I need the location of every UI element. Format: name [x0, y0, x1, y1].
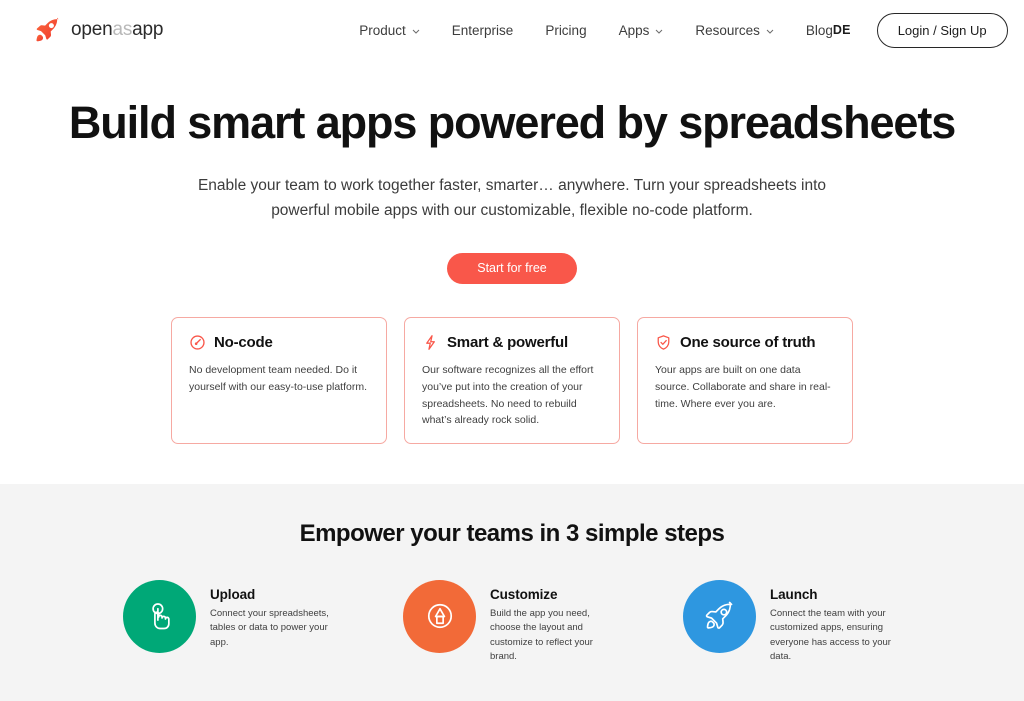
login-signup-button[interactable]: Login / Sign Up	[876, 12, 1008, 48]
feature-card-header: Smart & powerful	[422, 334, 602, 351]
feature-card-no-code: No-code No development team needed. Do i…	[171, 317, 387, 444]
feature-card-header: No-code	[189, 334, 369, 351]
step-description: Connect the team with your customized ap…	[770, 607, 891, 662]
step-name: Launch	[770, 586, 818, 602]
feature-card-title: Smart & powerful	[447, 334, 568, 352]
nav-item-blog-label: Blog	[805, 22, 833, 38]
feature-card-one-source-of-truth: One source of truth Your apps are built …	[637, 317, 853, 444]
feature-card-smart-powerful: Smart & powerful Our software recognizes…	[404, 317, 620, 444]
nav-item-pricing-label: Pricing	[545, 22, 587, 38]
hero-cta-wrapper: Start for free	[0, 253, 1024, 285]
rocket-icon	[703, 599, 737, 633]
brand-palette-icon	[423, 599, 457, 633]
steps-section: Empower your teams in 3 simple steps Upl…	[0, 483, 1024, 701]
step-text: Upload Connect your spreadsheets, tables…	[210, 580, 341, 650]
nav-item-enterprise-label: Enterprise	[451, 22, 514, 38]
feature-card-title: One source of truth	[680, 334, 816, 352]
step-name: Customize	[490, 586, 558, 602]
rocket-logo-icon	[34, 16, 62, 44]
brand-logo[interactable]: openasapp	[34, 16, 163, 44]
nav-item-enterprise[interactable]: Enterprise	[452, 23, 514, 38]
step-name: Upload	[210, 586, 256, 602]
chevron-down-icon	[412, 29, 420, 34]
step-customize: Customize Build the app you need, choose…	[403, 579, 621, 665]
feature-card-title: No-code	[214, 334, 273, 352]
lightning-bolt-icon	[422, 334, 439, 351]
nav-item-apps[interactable]: Apps	[619, 23, 664, 38]
step-launch: Launch Connect the team with your custom…	[683, 579, 901, 665]
nav-item-resources[interactable]: Resources	[695, 23, 774, 38]
nav-item-resources-label: Resources	[695, 22, 760, 38]
step-text: Launch Connect the team with your custom…	[770, 580, 901, 665]
nav-item-product[interactable]: Product	[359, 23, 420, 38]
feature-card-header: One source of truth	[655, 334, 835, 351]
site-header: openasapp Product Enterprise Pricing App…	[0, 0, 1024, 60]
step-icon-circle	[403, 579, 476, 653]
brand-wordmark-part-3: app	[132, 19, 164, 40]
brand-wordmark-part-2: as	[112, 19, 133, 40]
nav-item-pricing[interactable]: Pricing	[545, 23, 586, 38]
chevron-down-icon	[655, 29, 663, 34]
main-navigation: Product Enterprise Pricing Apps Resource…	[359, 23, 833, 38]
feature-card-body: Our software recognizes all the effort y…	[422, 364, 594, 427]
nav-item-product-label: Product	[359, 22, 406, 38]
step-icon-circle	[683, 579, 756, 653]
hero-subtitle: Enable your team to work together faster…	[197, 177, 827, 219]
chevron-down-icon	[766, 29, 774, 34]
nav-item-blog[interactable]: Blog	[806, 23, 833, 38]
step-text: Customize Build the app you need, choose…	[490, 580, 621, 665]
brand-wordmark: openasapp	[71, 19, 163, 41]
feature-card-body: No development team needed. Do it yourse…	[189, 364, 367, 393]
feature-card-body: Your apps are built on one data source. …	[655, 364, 831, 410]
feature-cards: No-code No development team needed. Do i…	[0, 317, 1024, 444]
gauge-icon	[189, 334, 206, 351]
hero-section: Build smart apps powered by spreadsheets…	[0, 60, 1024, 285]
shield-check-icon	[655, 334, 672, 351]
header-actions: DE Login / Sign Up	[833, 12, 1008, 48]
nav-item-apps-label: Apps	[618, 22, 650, 38]
start-for-free-button[interactable]: Start for free	[447, 253, 577, 285]
step-icon-circle	[123, 579, 196, 653]
hand-click-icon	[143, 599, 177, 633]
steps-list: Upload Connect your spreadsheets, tables…	[0, 579, 1024, 665]
step-description: Build the app you need, choose the layou…	[490, 607, 593, 662]
steps-section-title: Empower your teams in 3 simple steps	[299, 519, 725, 547]
language-switcher[interactable]: DE	[833, 23, 851, 37]
page-title: Build smart apps powered by spreadsheets	[68, 97, 956, 148]
step-upload: Upload Connect your spreadsheets, tables…	[123, 579, 341, 665]
step-description: Connect your spreadsheets, tables or dat…	[210, 607, 329, 648]
brand-wordmark-part-1: open	[71, 19, 113, 40]
